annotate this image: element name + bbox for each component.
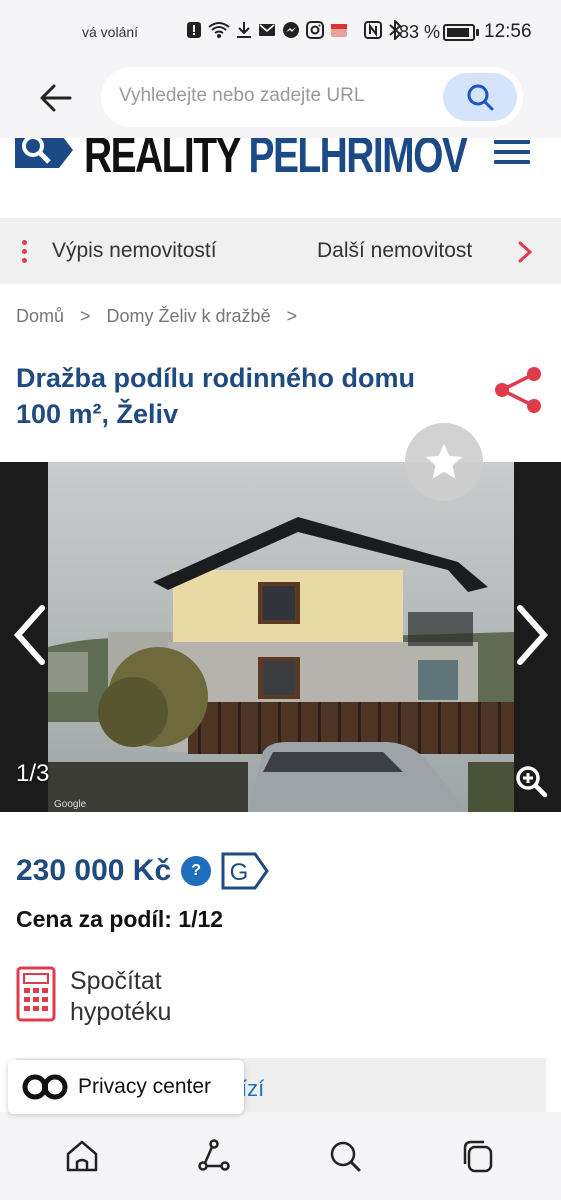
mortgage-calculator-link[interactable]: Spočítat hypotéku: [16, 966, 171, 1028]
photo-watermark: Google: [54, 799, 87, 810]
battery-tip: [476, 29, 479, 36]
logo-text-town: PELHŘIMOV: [248, 138, 468, 183]
next-property-link[interactable]: Další nemovitost: [317, 239, 472, 263]
house-photo: Google: [48, 462, 514, 812]
search-icon: [467, 84, 494, 111]
logo-text-reality: REALITY: [84, 138, 241, 183]
battery-icon: [443, 24, 475, 41]
nfc-icon: [364, 21, 382, 39]
listing-link[interactable]: Výpis nemovitostí: [52, 239, 217, 263]
mail-icon: [259, 24, 275, 36]
breadcrumb-separator: >: [286, 306, 298, 326]
home-icon: [66, 1140, 98, 1172]
energy-class-letter: G: [230, 859, 249, 886]
back-button[interactable]: [36, 78, 76, 118]
home-button[interactable]: [64, 1138, 100, 1174]
tabs-icon: [463, 1140, 493, 1173]
price-help-button[interactable]: ?: [181, 856, 212, 886]
browser-toolbar: [0, 62, 561, 138]
url-input[interactable]: [119, 85, 429, 107]
wifi-icon: [208, 22, 230, 38]
share-price: Cena za podíl: 1/12: [16, 906, 224, 932]
gallery-counter: 1/3: [16, 760, 50, 787]
breadcrumb-category[interactable]: Domy Želiv k dražbě: [107, 306, 271, 327]
gallery-prev-button[interactable]: [10, 602, 50, 668]
alert-icon: [187, 22, 201, 38]
privacy-logo-icon: [22, 1074, 68, 1100]
arrow-left-icon: [40, 84, 72, 112]
route-button[interactable]: [196, 1138, 232, 1174]
clock: 12:56: [484, 21, 532, 42]
magnifier-house-icon: [15, 138, 73, 168]
gallery-next-button[interactable]: [512, 602, 552, 668]
tabs-button[interactable]: [460, 1138, 496, 1174]
chevron-right-icon: [517, 605, 549, 665]
notification-icons: [186, 20, 402, 40]
search-nav-button[interactable]: [327, 1138, 363, 1174]
mortgage-label: Spočítat hypotéku: [70, 966, 171, 1028]
site-logo[interactable]: REALITY PELHŘIMOV: [84, 138, 468, 184]
privacy-center-label: Privacy center: [78, 1075, 212, 1098]
privacy-center-button[interactable]: Privacy center: [8, 1060, 244, 1114]
instagram-icon: [306, 21, 324, 39]
calculator-icon: [16, 966, 56, 1022]
price: 230 000 Kč: [16, 854, 172, 887]
browser-bottom-nav: [0, 1112, 561, 1200]
energy-class-badge[interactable]: G: [221, 852, 269, 890]
breadcrumb-separator: >: [80, 306, 91, 326]
logo-mark[interactable]: [15, 138, 73, 172]
app-icon: [331, 24, 347, 37]
download-icon: [237, 22, 251, 38]
site-header: REALITY PELHŘIMOV: [0, 138, 561, 218]
breadcrumb-home[interactable]: Domů: [16, 306, 64, 327]
route-icon: [198, 1139, 230, 1171]
messenger-icon: [283, 22, 299, 38]
star-icon: [425, 443, 463, 479]
breadcrumb: Domů > Domy Želiv k dražbě >: [16, 306, 297, 327]
property-photo[interactable]: Google: [48, 462, 514, 812]
partial-link-text[interactable]: ízí: [241, 1076, 264, 1102]
share-button[interactable]: [492, 365, 546, 415]
price-row: 230 000 Kč ? G: [16, 852, 269, 890]
mortgage-label-line1: Spočítat: [70, 967, 162, 995]
search-icon: [330, 1141, 361, 1172]
mortgage-label-line2: hypotéku: [70, 998, 172, 1026]
share-icon: [495, 367, 541, 413]
battery-percent: 83 %: [399, 22, 441, 42]
zoom-in-icon: [516, 766, 548, 798]
favorite-button[interactable]: [405, 423, 483, 501]
photo-gallery[interactable]: Google 1/3: [0, 462, 561, 812]
search-button[interactable]: [443, 73, 517, 121]
chevron-left-icon: [13, 605, 45, 665]
url-bar[interactable]: [101, 67, 523, 127]
chevron-right-icon[interactable]: [516, 240, 534, 264]
page-title: Dražba podílu rodinného domu 100 m², Žel…: [16, 363, 415, 429]
status-bar: vá volání 83 % 12:56: [0, 0, 561, 62]
menu-button[interactable]: [494, 140, 530, 166]
listing-navigation: Výpis nemovitostí Další nemovitost: [0, 218, 561, 284]
carrier-text: vá volání: [82, 24, 139, 40]
zoom-button[interactable]: [514, 764, 548, 798]
more-vertical-icon: [22, 240, 30, 264]
